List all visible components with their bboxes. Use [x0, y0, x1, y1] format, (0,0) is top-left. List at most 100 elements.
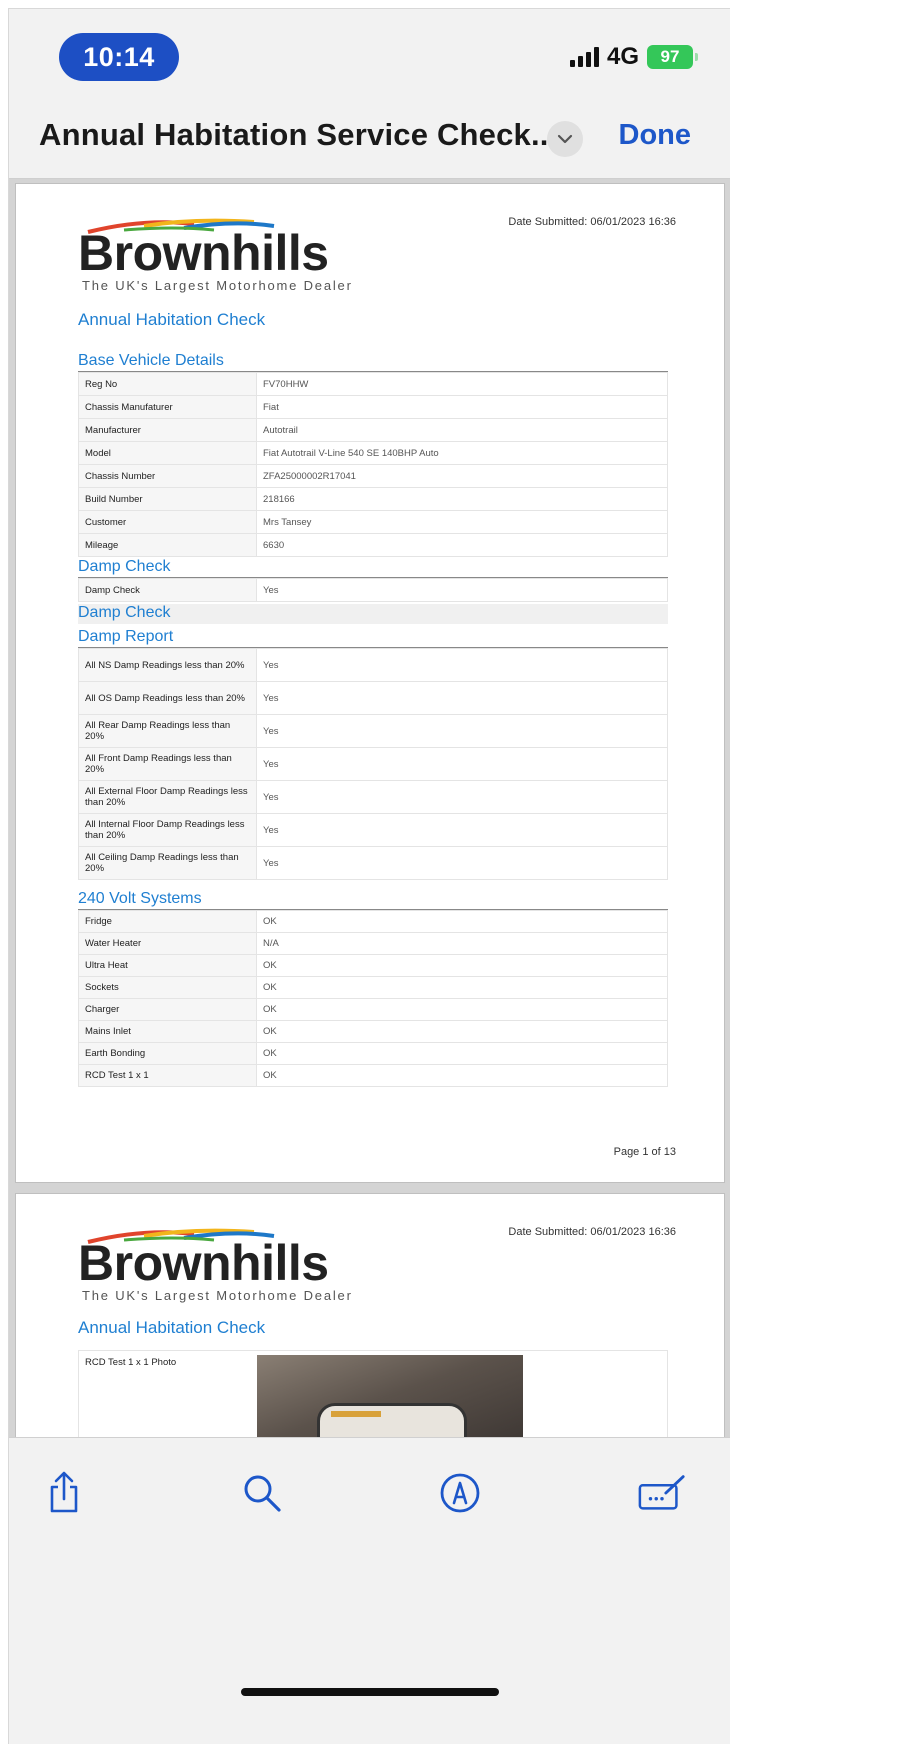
row-value: Yes: [256, 813, 668, 847]
row-label: Charger: [78, 998, 257, 1021]
signature-icon: [638, 1475, 685, 1510]
row-value: OK: [256, 998, 668, 1021]
row-label: All Rear Damp Readings less than 20%: [78, 714, 257, 748]
row-label: Manufacturer: [78, 418, 257, 442]
brownhills-logo: Brownhills The UK's Largest Motorhome De…: [78, 216, 368, 296]
row-value: Yes: [256, 714, 668, 748]
row-value: N/A: [256, 932, 668, 955]
row-value: Yes: [256, 578, 668, 602]
nav-bar: Annual Habitation Service Check... Done: [9, 101, 730, 179]
table-row: Earth Bonding OK: [78, 1042, 668, 1065]
table-row: Sockets OK: [78, 976, 668, 999]
row-value: Yes: [256, 648, 668, 682]
share-button[interactable]: [39, 1468, 89, 1518]
row-label: All Ceiling Damp Readings less than 20%: [78, 846, 257, 880]
section-title: 240 Volt Systems: [78, 890, 668, 910]
table-row: Customer Mrs Tansey: [78, 510, 668, 534]
battery-icon: 97: [647, 45, 698, 69]
row-label: Fridge: [78, 910, 257, 933]
row-value: ZFA25000002R17041: [256, 464, 668, 488]
row-label: Chassis Manufaturer: [78, 395, 257, 419]
logo-wordmark: Brownhills: [78, 1235, 329, 1291]
table-row: Mains Inlet OK: [78, 1020, 668, 1043]
damp-check-table: Damp Check Yes: [78, 578, 668, 602]
table-row: Manufacturer Autotrail: [78, 418, 668, 442]
title-menu-button[interactable]: [547, 121, 583, 157]
row-value: OK: [256, 910, 668, 933]
section-title: Damp Report: [78, 628, 668, 648]
row-label: RCD Test 1 x 1: [78, 1064, 257, 1087]
phone-screen: 10:14 4G 97 Annual Habitation Service Ch…: [8, 8, 730, 1744]
row-value: Fiat Autotrail V-Line 540 SE 140BHP Auto: [256, 441, 668, 465]
rcd-test-photo[interactable]: [257, 1355, 523, 1437]
table-row: All Front Damp Readings less than 20% Yes: [78, 747, 668, 781]
row-value: Mrs Tansey: [256, 510, 668, 534]
bottom-toolbar: [9, 1437, 730, 1744]
photo-label: RCD Test 1 x 1 Photo: [85, 1357, 177, 1368]
table-row: All OS Damp Readings less than 20% Yes: [78, 681, 668, 715]
signal-icon: [569, 47, 599, 67]
home-indicator[interactable]: [241, 1688, 499, 1696]
row-label: All Internal Floor Damp Readings less th…: [78, 813, 257, 847]
date-submitted: Date Submitted: 06/01/2023 16:36: [508, 1226, 676, 1238]
table-row: Build Number 218166: [78, 487, 668, 511]
done-button[interactable]: Done: [619, 119, 692, 152]
table-row: Model Fiat Autotrail V-Line 540 SE 140BHP…: [78, 441, 668, 465]
row-label: Mains Inlet: [78, 1020, 257, 1043]
row-value: Yes: [256, 681, 668, 715]
row-label: All External Floor Damp Readings less th…: [78, 780, 257, 814]
row-value: 218166: [256, 487, 668, 511]
document-title[interactable]: Annual Habitation Service Check...: [39, 117, 557, 153]
row-label: Model: [78, 441, 257, 465]
row-value: OK: [256, 976, 668, 999]
damp-report-table: All NS Damp Readings less than 20% Yes All…: [78, 648, 668, 880]
search-icon: [244, 1475, 281, 1512]
row-value: 6630: [256, 533, 668, 557]
row-label: Reg No: [78, 372, 257, 396]
row-value: OK: [256, 1020, 668, 1043]
page-heading: Annual Habitation Check: [78, 1318, 266, 1337]
table-row: All Rear Damp Readings less than 20% Yes: [78, 714, 668, 748]
table-row: Water Heater N/A: [78, 932, 668, 955]
logo-tagline: The UK's Largest Motorhome Dealer: [82, 278, 353, 293]
logo-tagline: The UK's Largest Motorhome Dealer: [82, 1288, 353, 1303]
row-value: Fiat: [256, 395, 668, 419]
status-bar: 10:14 4G 97: [9, 9, 730, 101]
table-row: Fridge OK: [78, 910, 668, 933]
status-time[interactable]: 10:14: [59, 33, 179, 81]
network-type: 4G: [606, 43, 639, 70]
volt-systems-section: 240 Volt Systems Fridge OK Water Heater N/A…: [78, 890, 668, 1087]
row-label: Damp Check: [78, 578, 257, 602]
search-button[interactable]: [237, 1468, 287, 1518]
row-value: FV70HHW: [256, 372, 668, 396]
row-label: Chassis Number: [78, 464, 257, 488]
pdf-page-1: Brownhills The UK's Largest Motorhome De…: [15, 183, 725, 1183]
brownhills-logo: Brownhills The UK's Largest Motorhome De…: [78, 1226, 368, 1306]
row-label: Customer: [78, 510, 257, 534]
row-value: Autotrail: [256, 418, 668, 442]
share-icon: [50, 1471, 78, 1513]
table-row: All Internal Floor Damp Readings less th…: [78, 813, 668, 847]
base-vehicle-section: Base Vehicle Details Reg No FV70HHW Chassi…: [78, 352, 668, 557]
pdf-viewer[interactable]: Brownhills The UK's Largest Motorhome De…: [9, 179, 730, 1437]
row-value: Yes: [256, 846, 668, 880]
table-row: Charger OK: [78, 998, 668, 1021]
table-row: Reg No FV70HHW: [78, 372, 668, 396]
row-label: All NS Damp Readings less than 20%: [78, 648, 257, 682]
table-row: All NS Damp Readings less than 20% Yes: [78, 648, 668, 682]
section-title: Damp Check: [78, 558, 668, 578]
photo-row: RCD Test 1 x 1 Photo: [78, 1350, 668, 1437]
signature-button[interactable]: [637, 1468, 687, 1518]
table-row: Ultra Heat OK: [78, 954, 668, 977]
table-row: Mileage 6630: [78, 533, 668, 557]
row-value: OK: [256, 954, 668, 977]
markup-button[interactable]: [435, 1468, 485, 1518]
row-label: Build Number: [78, 487, 257, 511]
table-row: Damp Check Yes: [78, 578, 668, 602]
row-label: Earth Bonding: [78, 1042, 257, 1065]
table-row: Chassis Number ZFA25000002R17041: [78, 464, 668, 488]
table-row: Chassis Manufaturer Fiat: [78, 395, 668, 419]
table-row: RCD Test 1 x 1 OK: [78, 1064, 668, 1087]
row-value: Yes: [256, 747, 668, 781]
base-vehicle-table: Reg No FV70HHW Chassis Manufaturer Fiat Manu…: [78, 372, 668, 557]
